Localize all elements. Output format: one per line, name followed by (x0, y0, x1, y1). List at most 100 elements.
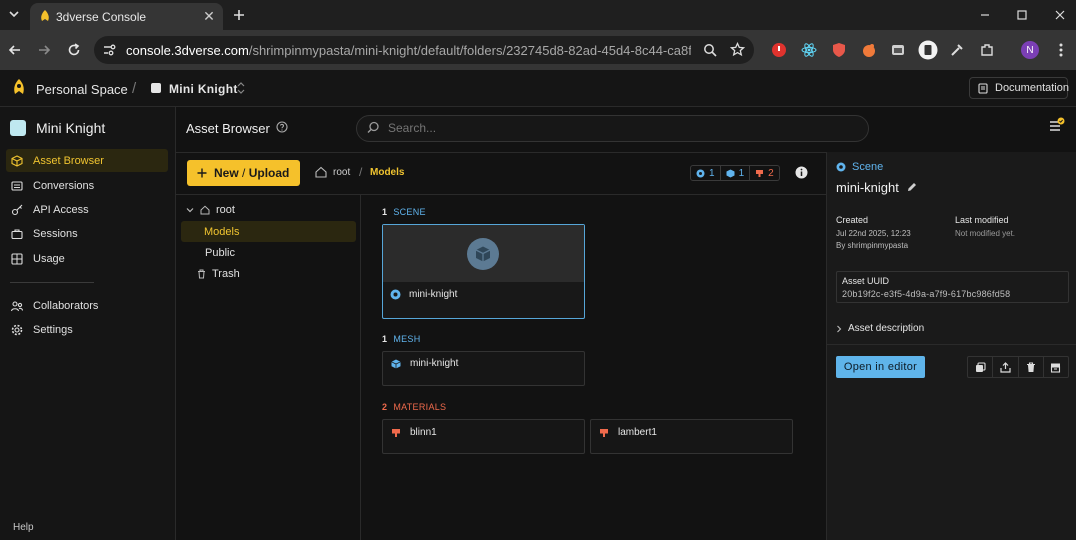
workspace-name[interactable]: Personal Space (36, 82, 128, 97)
scene-icon (836, 162, 846, 172)
asset-name-title: mini-knight (836, 180, 899, 195)
scene-icon (390, 289, 401, 300)
sidebar-item-conversions[interactable]: Conversions (6, 174, 168, 197)
extensions-puzzle-icon[interactable] (977, 40, 997, 60)
sidebar-item-label: Usage (33, 252, 65, 265)
breadcrumb-current[interactable]: Models (370, 167, 404, 178)
profile-avatar[interactable]: N (1021, 41, 1039, 59)
project-color-swatch (151, 83, 161, 93)
asset-card-mesh[interactable]: mini-knight (382, 351, 585, 386)
minimize-icon[interactable] (976, 6, 994, 24)
sidebar-item-collaborators[interactable]: Collaborators (6, 294, 168, 317)
section-header-scene: 1 SCENE (382, 207, 426, 217)
favicon-icon (38, 9, 52, 23)
tasks-notification-icon[interactable] (1048, 116, 1066, 134)
url-path: /shrimpinmypasta/mini-knight/default/fol… (248, 43, 691, 58)
browser-tab[interactable]: 3dverse Console ✕ (30, 3, 223, 30)
media-extension-icon[interactable] (888, 40, 908, 60)
shield-extension-icon[interactable] (829, 40, 849, 60)
breadcrumb-root[interactable]: root (333, 167, 350, 178)
sidebar-item-label: Conversions (33, 179, 95, 192)
documentation-button[interactable]: Documentation (969, 77, 1069, 99)
new-label: New (214, 166, 239, 180)
zoom-icon[interactable] (703, 43, 717, 57)
chevron-up-down-icon[interactable] (237, 82, 245, 94)
3dverse-logo-icon[interactable] (10, 78, 28, 96)
tree-root-label: root (216, 204, 235, 216)
maximize-icon[interactable] (1013, 6, 1031, 24)
asset-description-label: Asset description (848, 323, 925, 334)
mesh-count-badge[interactable]: 1 (720, 165, 751, 181)
browser-menu-icon[interactable] (1051, 40, 1071, 60)
sidebar-divider (10, 282, 94, 283)
home-icon[interactable] (315, 166, 327, 178)
pencil-icon[interactable] (907, 182, 917, 192)
reload-icon[interactable] (64, 40, 84, 60)
modified-value: Not modified yet. (955, 229, 1016, 238)
scene-count-badge[interactable]: 1 (690, 165, 721, 181)
new-upload-button[interactable]: New / Upload (187, 160, 300, 186)
sidebar-item-settings[interactable]: Settings (6, 318, 168, 341)
chevron-down-icon[interactable] (186, 206, 194, 214)
open-in-editor-button[interactable]: Open in editor (836, 356, 925, 378)
window-close-icon[interactable] (1051, 6, 1069, 24)
forward-arrow-icon[interactable] (34, 40, 54, 60)
tab-close-icon[interactable]: ✕ (200, 7, 218, 25)
tree-item-trash[interactable]: Trash (197, 268, 240, 280)
scene-count: 1 (709, 167, 715, 179)
asset-uuid-label: Asset UUID (842, 276, 890, 286)
archive-icon[interactable] (1044, 357, 1068, 377)
created-label: Created (836, 215, 869, 225)
project-selector[interactable]: Mini Knight (169, 82, 238, 96)
bookmark-star-icon[interactable] (730, 42, 745, 57)
help-link[interactable]: Help (13, 522, 34, 533)
divider (360, 194, 361, 540)
mesh-icon (391, 359, 401, 369)
key-icon (11, 204, 23, 216)
sidebar-item-api-access[interactable]: API Access (6, 198, 168, 221)
modified-label: Last modified (955, 215, 1009, 225)
section-label: MATERIALS (393, 402, 447, 412)
asset-description-toggle[interactable]: Asset description (836, 323, 924, 334)
tree-item-models[interactable]: Models (181, 221, 356, 242)
project-logo (10, 120, 26, 136)
upload-label: Upload (248, 166, 290, 180)
url-text[interactable]: console.3dverse.com/shrimpinmypasta/mini… (126, 43, 691, 58)
eyedropper-icon[interactable] (947, 40, 967, 60)
orange-extension-icon[interactable] (859, 40, 879, 60)
material-count-badge[interactable]: 2 (750, 165, 780, 181)
help-circle-icon[interactable] (276, 121, 288, 133)
extension-red-icon[interactable] (769, 40, 789, 60)
asset-card-material[interactable]: lambert1 (590, 419, 793, 454)
document-extension-icon[interactable] (918, 40, 938, 60)
home-icon (200, 205, 210, 215)
asset-details-panel (826, 152, 1076, 540)
asset-type-label: Scene (852, 161, 884, 173)
site-info-icon[interactable] (102, 43, 116, 57)
scene-icon (696, 169, 705, 178)
section-header-mesh: 1 MESH (382, 334, 421, 344)
sidebar-item-sessions[interactable]: Sessions (6, 222, 168, 245)
briefcase-icon (11, 228, 23, 240)
search-input[interactable] (388, 121, 848, 135)
sidebar-item-usage[interactable]: Usage (6, 247, 168, 270)
sidebar-item-label: Sessions (33, 227, 78, 240)
info-icon[interactable] (795, 166, 808, 179)
asset-card-label: blinn1 (391, 427, 437, 438)
delete-trash-icon[interactable] (1019, 357, 1044, 377)
back-arrow-icon[interactable] (5, 40, 25, 60)
share-upload-icon[interactable] (993, 357, 1019, 377)
section-label: MESH (393, 334, 421, 344)
cube-icon (11, 154, 23, 167)
tab-title: 3dverse Console (56, 10, 147, 24)
tree-root[interactable]: root (186, 204, 235, 216)
sidebar-item-asset-browser[interactable]: Asset Browser (6, 149, 168, 172)
asset-uuid-value[interactable]: 20b19f2c-e3f5-4d9a-a7f9-617bc986fd58 (842, 289, 1010, 299)
tab-search-chevron-icon[interactable] (4, 4, 24, 24)
tree-item-public[interactable]: Public (205, 247, 235, 259)
duplicate-icon[interactable] (968, 357, 994, 377)
asset-card-material[interactable]: blinn1 (382, 419, 585, 454)
new-tab-icon[interactable] (230, 6, 248, 24)
react-devtools-icon[interactable] (799, 40, 819, 60)
section-count: 2 (382, 402, 388, 412)
